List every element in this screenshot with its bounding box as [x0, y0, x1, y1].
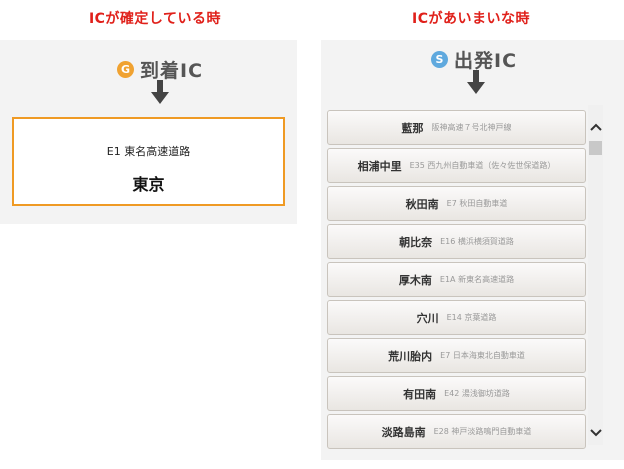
ic-name: 朝比奈	[399, 235, 433, 249]
scroll-up-button[interactable]	[588, 117, 603, 137]
list-scrollbar[interactable]	[588, 105, 603, 445]
ic-name: 相浦中里	[357, 159, 402, 173]
ic-road: E1A 新東名高速道路	[439, 275, 515, 284]
ambiguous-section-heading: ICがあいまいな時	[412, 11, 530, 27]
list-item[interactable]: 淡路島南 E28 神戸淡路鳴門自動車道	[327, 414, 586, 449]
ic-road: E16 横浜横須賀道路	[440, 237, 514, 246]
ic-name: 有田南	[403, 387, 437, 401]
down-arrow-icon	[151, 80, 169, 104]
confirmed-ic-box: E1 東名高速道路 東京	[12, 117, 285, 206]
chevron-down-icon	[589, 429, 602, 437]
list-item[interactable]: 穴川 E14 京葉道路	[327, 300, 586, 335]
list-item[interactable]: 有田南 E42 湯浅御坊道路	[327, 376, 586, 411]
chevron-up-icon	[589, 123, 602, 131]
arrival-ic-text: 到着IC	[140, 60, 204, 82]
ic-road: E42 湯浅御坊道路	[444, 389, 510, 398]
ic-road: E14 京葉道路	[446, 313, 497, 322]
departure-ic-label: S 出発IC	[431, 46, 517, 73]
ic-name: 淡路島南	[381, 425, 426, 439]
arrival-ic-label: G 到着IC	[117, 56, 203, 83]
ic-road: 阪神高速７号北神戸線	[431, 123, 512, 132]
list-item[interactable]: 朝比奈 E16 横浜横須賀道路	[327, 224, 586, 259]
ic-name: 秋田南	[405, 197, 439, 211]
ic-name: 荒川胎内	[388, 349, 433, 363]
list-item[interactable]: 荒川胎内 E7 日本海東北自動車道	[327, 338, 586, 373]
list-item[interactable]: 相浦中里 E35 西九州自動車道（佐々佐世保道路）	[327, 148, 586, 183]
list-item[interactable]: 秋田南 E7 秋田自動車道	[327, 186, 586, 221]
departure-ic-text: 出発IC	[454, 50, 518, 72]
confirmed-ic-name: 東京	[132, 175, 165, 194]
scroll-thumb[interactable]	[589, 141, 602, 155]
confirmed-section-heading: ICが確定している時	[88, 11, 222, 27]
list-item[interactable]: 厚木南 E1A 新東名高速道路	[327, 262, 586, 297]
scroll-down-button[interactable]	[588, 423, 603, 443]
down-arrow-icon	[467, 70, 485, 94]
ic-road: E35 西九州自動車道（佐々佐世保道路）	[409, 161, 556, 170]
ic-name: 厚木南	[398, 273, 432, 287]
ic-road: E7 秋田自動車道	[446, 199, 508, 208]
goal-badge-icon: G	[117, 61, 134, 78]
ic-road: E28 神戸淡路鳴門自動車道	[433, 427, 532, 436]
list-item[interactable]: 藍那 阪神高速７号北神戸線	[327, 110, 586, 145]
ic-road: E7 日本海東北自動車道	[440, 351, 525, 360]
confirmed-road-name: E1 東名高速道路	[106, 145, 191, 158]
ic-name: 藍那	[401, 121, 424, 135]
start-badge-icon: S	[431, 51, 448, 68]
ic-name: 穴川	[416, 311, 439, 325]
